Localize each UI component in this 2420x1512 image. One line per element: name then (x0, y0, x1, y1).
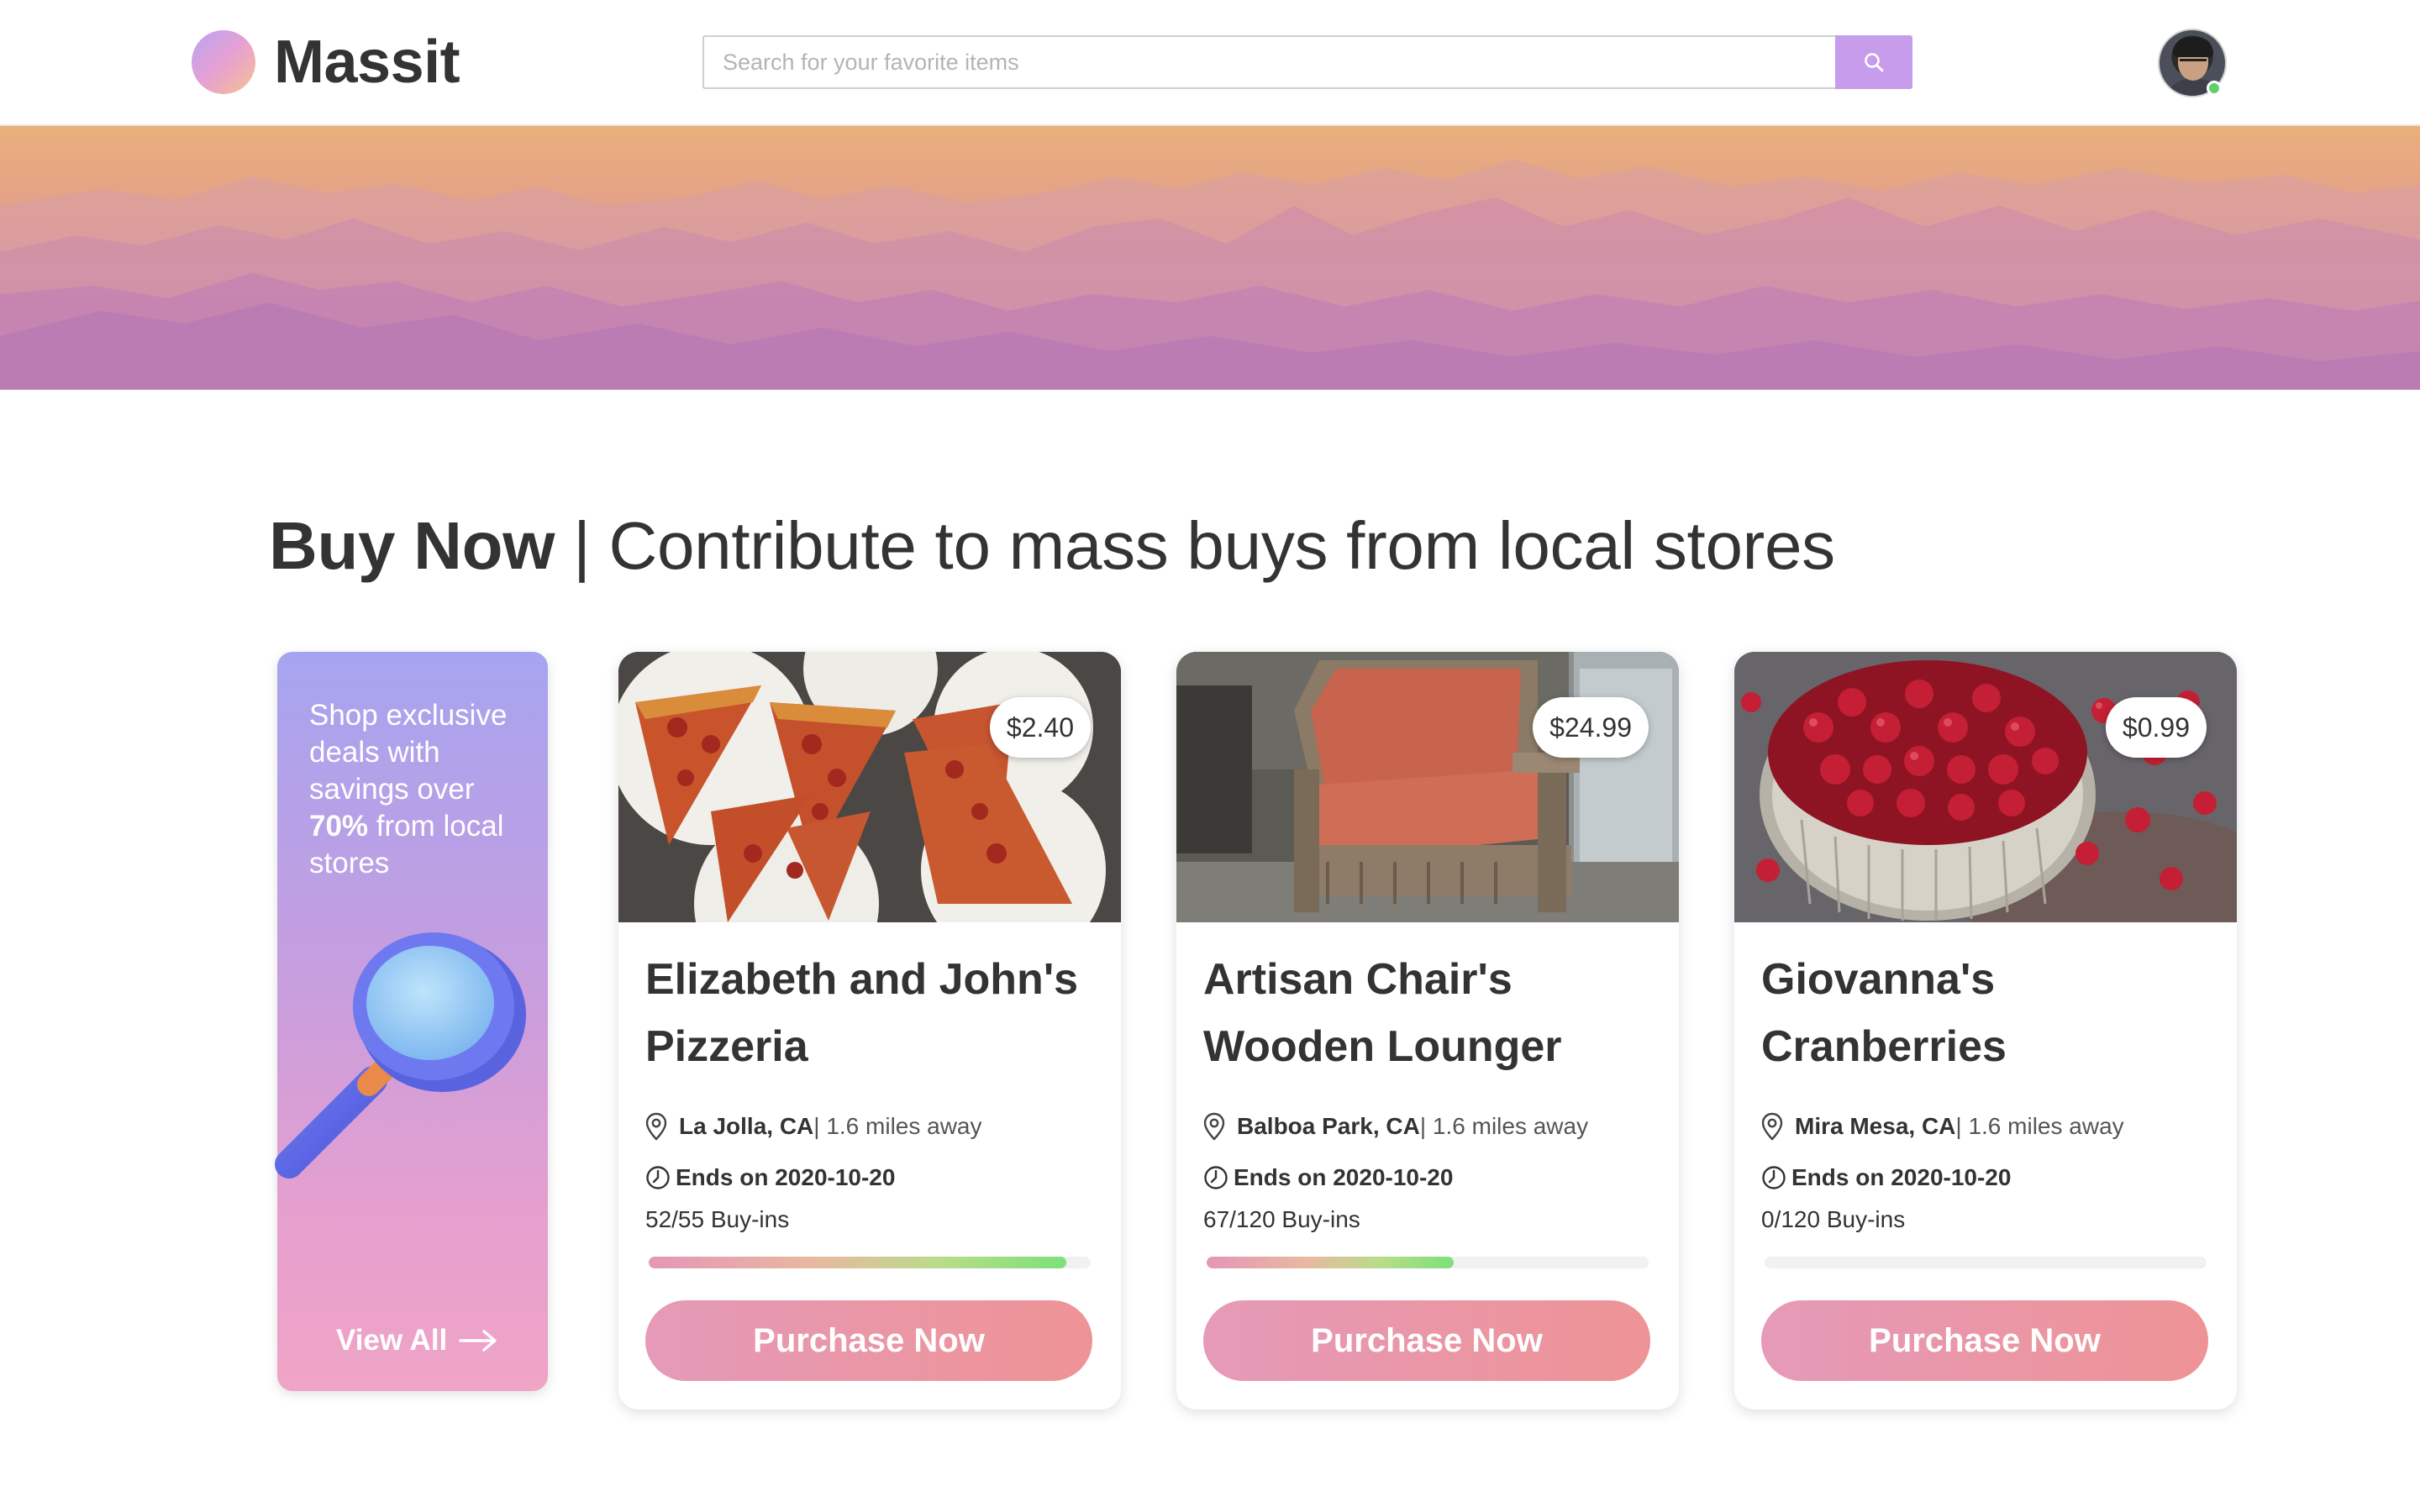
product-buyins: 52/55 Buy-ins (645, 1206, 790, 1232)
product-end-date: Ends on 2020-10-20 (1203, 1164, 1453, 1191)
brand-name: Massit (274, 29, 460, 96)
logo-orb-icon (192, 30, 255, 94)
buyin-progress-bar (649, 1257, 1091, 1268)
top-nav-bar: Massit (0, 0, 2420, 126)
search-button[interactable] (1835, 35, 1912, 89)
product-end-date: Ends on 2020-10-20 (645, 1164, 895, 1191)
progress-fill (649, 1257, 1067, 1268)
product-buyins: 67/120 Buy-ins (1203, 1206, 1360, 1232)
purchase-now-button[interactable]: Purchase Now (1761, 1300, 2208, 1381)
product-location: Balboa Park, CA | 1.6 miles away (1203, 1112, 1588, 1141)
promo-text: Shop exclusive deals with savings over 7… (309, 699, 508, 879)
price-badge: $2.40 (989, 697, 1091, 758)
product-card[interactable]: $0.99 Giovanna's Cranberries Mira Mesa, … (1734, 652, 2237, 1410)
product-location: Mira Mesa, CA | 1.6 miles away (1761, 1112, 2124, 1141)
promo-card: Shop exclusive deals with savings over 7… (275, 652, 548, 1391)
product-buyins: 0/120 Buy-ins (1761, 1206, 1906, 1232)
chair-image: $24.99 (1176, 652, 1679, 922)
product-location: La Jolla, CA | 1.6 miles away (645, 1112, 982, 1141)
product-title: Elizabeth and John's Pizzeria (645, 955, 1079, 1071)
product-title: Giovanna's Cranberries (1761, 955, 2007, 1071)
buyin-progress-bar (1207, 1257, 1649, 1268)
section-heading: Buy Now | Contribute to mass buys from l… (269, 507, 1835, 585)
product-title: Artisan Chair's Wooden Lounger (1203, 955, 1562, 1071)
search-icon (1865, 53, 1884, 72)
search-input[interactable] (702, 35, 1835, 89)
search-bar (702, 35, 1912, 89)
section-title-separator: | (573, 508, 591, 583)
product-card[interactable]: $24.99 Artisan Chair's Wooden Lounger Ba… (1176, 652, 1679, 1410)
progress-fill (1207, 1257, 1454, 1268)
clock-icon (1204, 1166, 1228, 1189)
online-status-indicator (2207, 81, 2222, 96)
price-badge: $24.99 (1533, 697, 1649, 758)
magnifying-glass-icon (275, 932, 526, 1179)
location-pin-icon (1203, 1112, 1225, 1141)
pizza-image: $2.40 (618, 652, 1121, 922)
product-end-date: Ends on 2020-10-20 (1761, 1164, 2011, 1191)
cranberries-image: $0.99 (1734, 652, 2237, 922)
buyin-progress-bar (1765, 1257, 2207, 1268)
product-card[interactable]: $2.40 Elizabeth and John's Pizzeria La J… (618, 652, 1121, 1410)
location-pin-icon (1761, 1112, 1783, 1141)
purchase-now-button[interactable]: Purchase Now (645, 1300, 1092, 1381)
brand-logo[interactable]: Massit (192, 29, 460, 96)
section-title-strong: Buy Now (269, 508, 555, 583)
location-pin-icon (645, 1112, 667, 1141)
view-all-link[interactable]: View All (336, 1324, 497, 1357)
purchase-now-button[interactable]: Purchase Now (1203, 1300, 1650, 1381)
price-badge: $0.99 (2105, 697, 2207, 758)
hero-banner-mountains (0, 126, 2420, 390)
section-title-subtitle: Contribute to mass buys from local store… (608, 508, 1836, 583)
clock-icon (1762, 1166, 1786, 1189)
clock-icon (646, 1166, 670, 1189)
arrow-right-icon (459, 1330, 497, 1352)
promo-highlight: 70% (309, 810, 369, 843)
